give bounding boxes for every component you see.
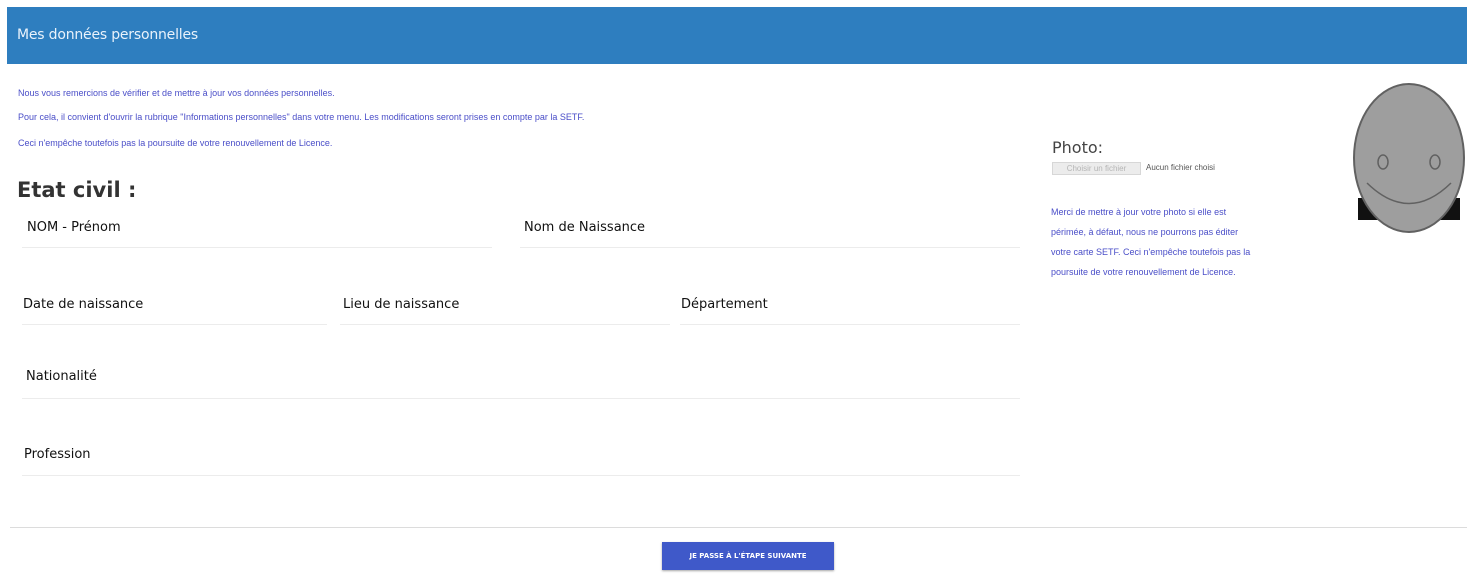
intro-line-3: Ceci n'empêche toutefois pas la poursuit… (18, 138, 333, 148)
page-header: Mes données personnelles (7, 7, 1467, 64)
photo-help-line-3: votre carte SETF. Ceci n'empêche toutefo… (1051, 247, 1251, 257)
choose-file-button[interactable]: Choisir un fichier (1052, 162, 1141, 175)
nationalite-label: Nationalité (26, 369, 97, 384)
photo-title: Photo: (1052, 138, 1104, 157)
photo-help-line-2: périmée, à défaut, nous ne pourrons pas … (1051, 227, 1239, 237)
nom-prenom-label: NOM - Prénom (27, 220, 121, 235)
intro-line-1: Nous vous remercions de vérifier et de m… (18, 88, 335, 98)
lieu-naissance-field[interactable] (340, 324, 670, 325)
file-status: Aucun fichier choisi (1146, 163, 1215, 172)
lieu-naissance-label: Lieu de naissance (343, 297, 460, 312)
intro-line-2: Pour cela, il convient d'ouvrir la rubri… (18, 112, 585, 122)
page-title: Mes données personnelles (17, 27, 198, 43)
departement-label: Département (681, 297, 768, 312)
profession-field[interactable] (22, 475, 1020, 476)
photo-help-text: Merci de mettre à jour votre photo si el… (1051, 202, 1351, 282)
nom-naissance-label: Nom de Naissance (524, 220, 646, 235)
profession-label: Profession (24, 447, 91, 462)
form-divider (10, 527, 1467, 528)
departement-field[interactable] (680, 324, 1020, 325)
smiley-face-icon (1353, 83, 1465, 233)
etat-civil-title: Etat civil : (17, 178, 137, 202)
date-naissance-label: Date de naissance (23, 297, 144, 312)
nom-naissance-field[interactable] (520, 247, 1020, 248)
date-naissance-field[interactable] (22, 324, 327, 325)
nationalite-field[interactable] (22, 398, 1020, 399)
nom-prenom-field[interactable] (22, 247, 492, 248)
photo-help-line-1: Merci de mettre à jour votre photo si el… (1051, 207, 1227, 217)
photo-help-line-4: poursuite de votre renouvellement de Lic… (1051, 267, 1236, 277)
next-step-button[interactable]: JE PASSE À L'ÉTAPE SUIVANTE (662, 542, 834, 570)
